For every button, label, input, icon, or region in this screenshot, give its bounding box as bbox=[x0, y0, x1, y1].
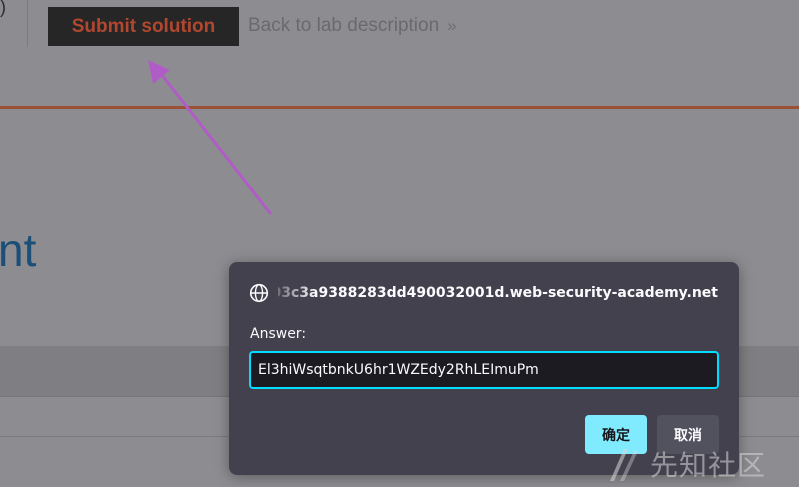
globe-icon bbox=[249, 283, 269, 303]
submit-solution-button[interactable]: Submit solution bbox=[48, 7, 239, 46]
back-link-label: Back to lab description bbox=[248, 15, 440, 36]
header-divider bbox=[0, 106, 799, 109]
top-left-fragment: ) bbox=[0, 0, 6, 17]
watermark-text: 先知社区 bbox=[650, 449, 767, 482]
double-chevron-right-icon: » bbox=[447, 16, 457, 35]
page-heading-fragment: nt bbox=[0, 224, 37, 276]
watermark: 先知社区 bbox=[604, 444, 766, 484]
answer-input[interactable] bbox=[249, 351, 719, 389]
back-to-lab-link[interactable]: Back to lab description » bbox=[248, 14, 457, 38]
header-separator bbox=[27, 0, 28, 47]
dialog-origin-host: 3303c3a9388283dd490032001d.web-security-… bbox=[278, 285, 718, 301]
watermark-logo bbox=[610, 449, 638, 481]
answer-label: Answer: bbox=[250, 326, 307, 342]
dialog-origin: 3303c3a9388283dd490032001d.web-security-… bbox=[249, 283, 718, 303]
screenshot-stage: ) Submit solution Back to lab descriptio… bbox=[0, 0, 799, 487]
